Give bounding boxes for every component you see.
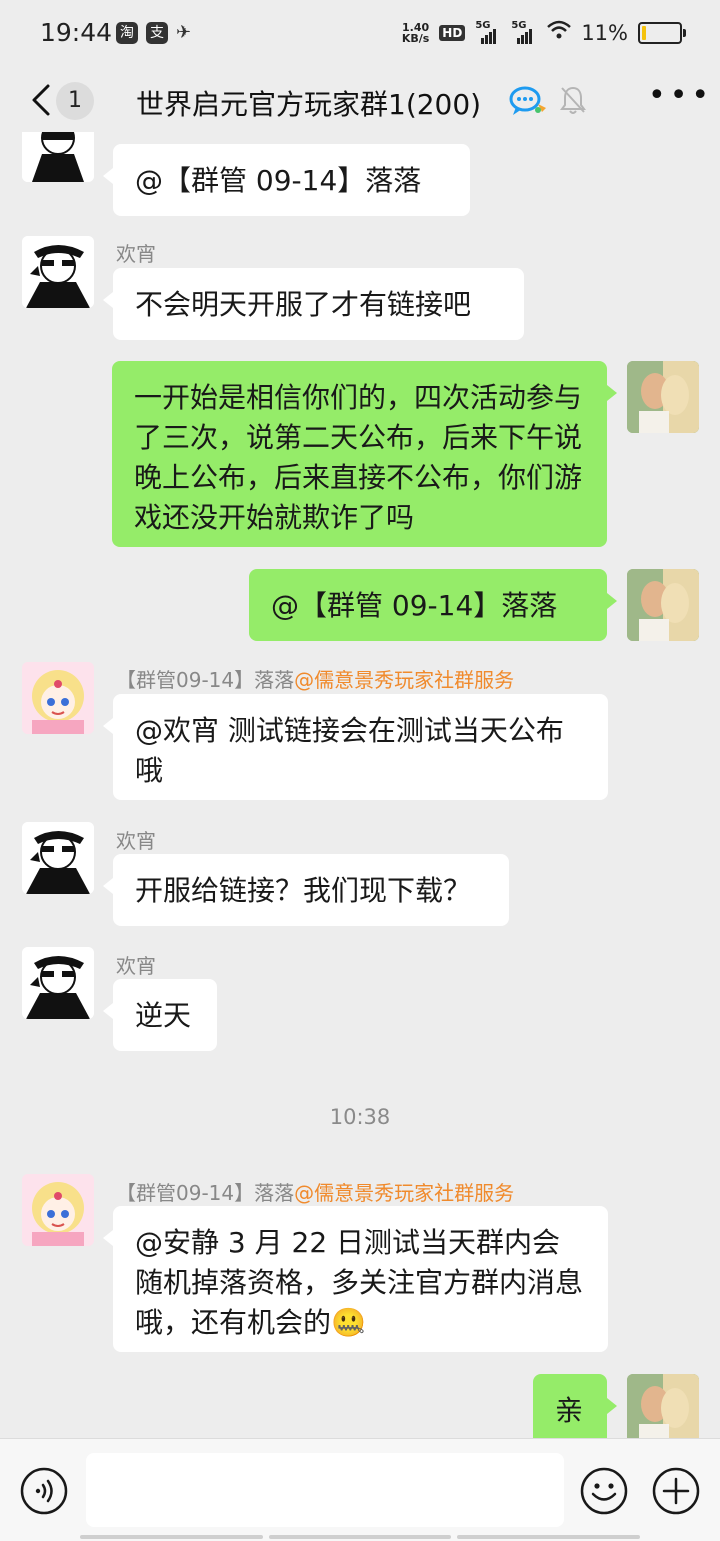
message-bubble[interactable]: @欢宵 测试链接会在测试当天公布哦 (103, 694, 608, 800)
status-time: 19:44 (40, 18, 113, 47)
message-list[interactable]: @【群管 09-14】落落 欢宵 不会明天开服了才有链接吧 一开始是相信你们的，… (0, 132, 720, 1438)
status-bar: 19:44 淘 支 ✈ 1.40 KB/s HD 5G 5G 11% (0, 0, 720, 70)
sender-name: 欢宵 (116, 242, 156, 266)
qq-chat-icon[interactable] (508, 84, 548, 118)
sender-org-tag[interactable]: @儒意景秀玩家社群服务 (294, 668, 514, 692)
sim2-label: 5G (511, 20, 527, 31)
message-bubble[interactable]: 逆天 (103, 979, 217, 1051)
message-bubble[interactable]: @【群管 09-14】落落 (249, 569, 617, 641)
sim1-label: 5G (475, 20, 491, 31)
bird-app-icon: ✈ (176, 22, 192, 43)
battery-icon (638, 22, 686, 44)
notification-icons: 淘 支 ✈ (116, 22, 191, 44)
message-input[interactable] (86, 1453, 564, 1527)
battery-percent: 11% (581, 21, 628, 45)
avatar[interactable] (22, 1174, 94, 1246)
alipay-icon: 支 (146, 22, 168, 44)
message-bubble[interactable]: 不会明天开服了才有链接吧 (103, 268, 524, 340)
bottom-indicator (80, 1535, 641, 1539)
message-bubble[interactable]: 开服给链接？我们现下载？ (103, 854, 509, 926)
status-right: 1.40 KB/s HD 5G 5G 11% (402, 20, 686, 46)
battery-fill (642, 26, 646, 40)
emoji-icon[interactable] (580, 1467, 628, 1515)
wifi-icon (547, 20, 572, 46)
message-bubble[interactable]: 亲 (533, 1374, 617, 1438)
hd-icon: HD (439, 25, 466, 41)
network-speed-unit: KB/s (401, 32, 430, 45)
sender-name: 欢宵 (116, 829, 156, 853)
sender-name: 【群管09-14】落落@儒意景秀玩家社群服务 (116, 664, 514, 693)
time-divider: 10:38 (329, 1105, 391, 1129)
unread-badge: 1 (56, 82, 94, 120)
sender-name: 欢宵 (116, 954, 156, 978)
sender-role: 【群管09-14】落落 (116, 1181, 295, 1205)
more-dots-icon[interactable]: ••• (648, 81, 709, 116)
sender-name: 【群管09-14】落落@儒意景秀玩家社群服务 (116, 1177, 514, 1206)
mute-bell-icon (560, 86, 586, 114)
network-speed: 1.40 KB/s (402, 22, 429, 44)
avatar[interactable] (22, 822, 94, 894)
avatar[interactable] (22, 132, 94, 182)
chat-header: 1 世界启元官方玩家群1(200) ••• (0, 70, 720, 132)
message-bubble[interactable]: @安静 3 月 22 日测试当天群内会随机掉落资格，多关注官方群内消息哦，还有机… (103, 1206, 608, 1352)
voice-icon[interactable] (20, 1467, 68, 1515)
avatar[interactable] (22, 947, 94, 1019)
message-bubble[interactable]: 一开始是相信你们的，四次活动参与了三次，说第二天公布，后来下午说晚上公布，后来直… (112, 361, 617, 547)
taobao-icon: 淘 (116, 22, 138, 44)
signal-icon-sim2: 5G (511, 20, 537, 44)
input-bar (0, 1438, 720, 1541)
avatar[interactable] (22, 236, 94, 308)
avatar[interactable] (627, 1374, 699, 1438)
avatar[interactable] (627, 361, 699, 433)
signal-icon-sim1: 5G (475, 20, 501, 44)
avatar[interactable] (22, 662, 94, 734)
avatar[interactable] (627, 569, 699, 641)
sender-role: 【群管09-14】落落 (116, 668, 295, 692)
chat-title[interactable]: 世界启元官方玩家群1(200) (136, 83, 481, 123)
message-bubble[interactable]: @【群管 09-14】落落 (103, 144, 470, 216)
plus-icon[interactable] (652, 1467, 700, 1515)
sender-org-tag[interactable]: @儒意景秀玩家社群服务 (294, 1181, 514, 1205)
